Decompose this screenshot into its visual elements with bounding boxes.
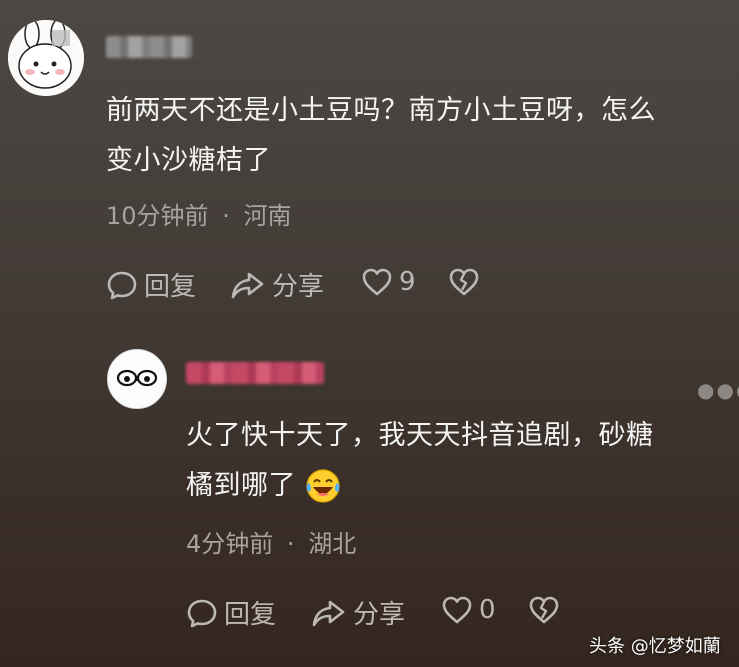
face-avatar-icon xyxy=(108,350,166,408)
comment-text-line: 橘到哪了 xyxy=(186,461,731,511)
comment-text-line: 前两天不还是小土豆吗？南方小土豆呀，怎么 xyxy=(106,95,656,126)
reply-button[interactable]: 回复 xyxy=(186,594,276,631)
reply-label: 回复 xyxy=(224,600,277,630)
reply-bubble-icon xyxy=(187,599,217,627)
reply-label: 回复 xyxy=(144,272,197,302)
avatar[interactable] xyxy=(107,349,167,409)
heart-icon xyxy=(362,268,392,296)
like-button[interactable]: 0 xyxy=(441,594,496,626)
like-count: 0 xyxy=(479,595,496,625)
comment-text-line: 火了快十天了，我天天抖音追剧，砂糖 xyxy=(186,420,654,451)
reply-button[interactable]: 回复 xyxy=(106,266,196,303)
comment-text: 前两天不还是小土豆吗？南方小土豆呀，怎么 变小沙糖桔了 xyxy=(106,86,731,186)
laughing-crying-face-icon xyxy=(306,469,340,503)
separator: · xyxy=(222,202,230,230)
heart-icon xyxy=(442,596,472,624)
broken-heart-icon xyxy=(449,268,479,296)
location: 河南 xyxy=(243,202,292,230)
comment-meta: 10分钟前 · 河南 xyxy=(106,196,291,231)
share-label: 分享 xyxy=(353,600,406,630)
username-blurred[interactable] xyxy=(106,36,192,58)
dislike-button[interactable] xyxy=(448,266,480,298)
share-button[interactable]: 分享 xyxy=(311,594,405,631)
more-dots-icon[interactable]: ●●● xyxy=(697,378,739,402)
comment-text-line: 变小沙糖桔了 xyxy=(106,145,271,176)
share-arrow-icon xyxy=(312,600,345,626)
avatar[interactable] xyxy=(8,20,84,96)
timestamp: 4分钟前 xyxy=(186,530,274,558)
dislike-button[interactable] xyxy=(528,594,560,626)
username-blurred[interactable] xyxy=(186,362,324,384)
separator: · xyxy=(286,530,295,558)
share-arrow-icon xyxy=(231,272,264,298)
like-button[interactable]: 9 xyxy=(361,266,416,298)
bunny-avatar-icon xyxy=(8,20,84,96)
like-count: 9 xyxy=(399,267,416,297)
share-label: 分享 xyxy=(272,272,325,302)
watermark: 头条 @忆梦如蘭 xyxy=(589,636,721,657)
location: 湖北 xyxy=(308,530,357,558)
comment-text: 火了快十天了，我天天抖音追剧，砂糖 橘到哪了 xyxy=(186,411,731,511)
comment-text-segment: 橘到哪了 xyxy=(186,470,296,501)
share-button[interactable]: 分享 xyxy=(230,266,324,303)
comment-meta: 4分钟前 · 湖北 xyxy=(186,524,356,559)
timestamp: 10分钟前 xyxy=(106,202,209,230)
broken-heart-icon xyxy=(529,596,559,624)
reply-bubble-icon xyxy=(107,271,137,299)
